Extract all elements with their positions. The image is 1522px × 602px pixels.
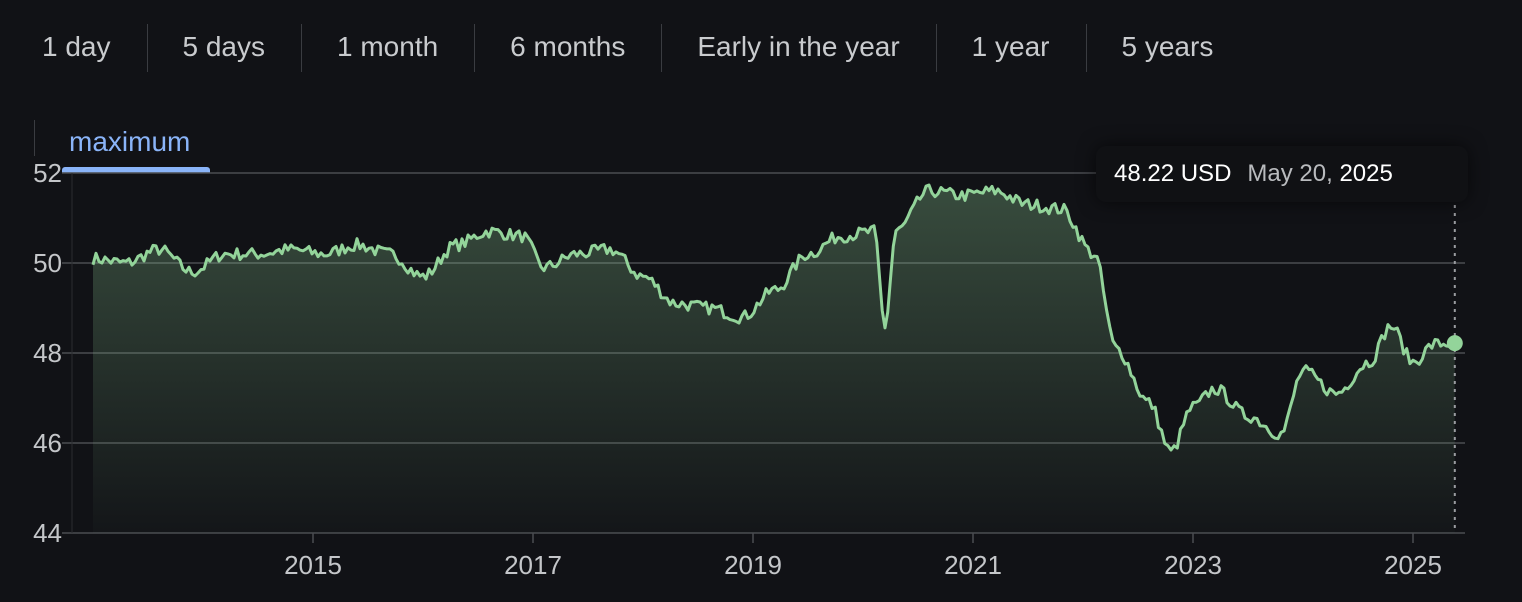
x-tick-label: 2015 — [284, 550, 342, 580]
x-tick-label: 2017 — [504, 550, 562, 580]
price-area-fill — [93, 185, 1455, 533]
x-tick-label: 2021 — [944, 550, 1002, 580]
y-tick-label: 50 — [33, 248, 62, 278]
y-tick-label: 48 — [33, 338, 62, 368]
tooltip-price: 48.22 USD — [1114, 160, 1232, 187]
x-tick-label: 2025 — [1384, 550, 1442, 580]
x-tick-label: 2023 — [1164, 550, 1222, 580]
x-axis-labels: 2015 2017 2019 2021 2023 2025 — [284, 533, 1442, 580]
tooltip-date-year: 2025 — [1339, 160, 1393, 187]
y-axis-labels: 44 46 48 50 52 — [33, 158, 62, 548]
x-tick-label: 2019 — [724, 550, 782, 580]
y-tick-label: 44 — [33, 518, 62, 548]
price-tooltip: 48.22 USD May 20, 2025 — [1096, 146, 1468, 202]
tooltip-date-day: May 20, — [1247, 160, 1333, 187]
tooltip-date: May 20, 2025 — [1247, 160, 1392, 188]
y-tick-label: 46 — [33, 428, 62, 458]
hover-point — [1446, 335, 1463, 352]
price-chart[interactable]: 44 46 48 50 52 2015 2017 2019 2021 2023 2025 — [0, 0, 1522, 602]
y-tick-label: 52 — [33, 158, 62, 188]
